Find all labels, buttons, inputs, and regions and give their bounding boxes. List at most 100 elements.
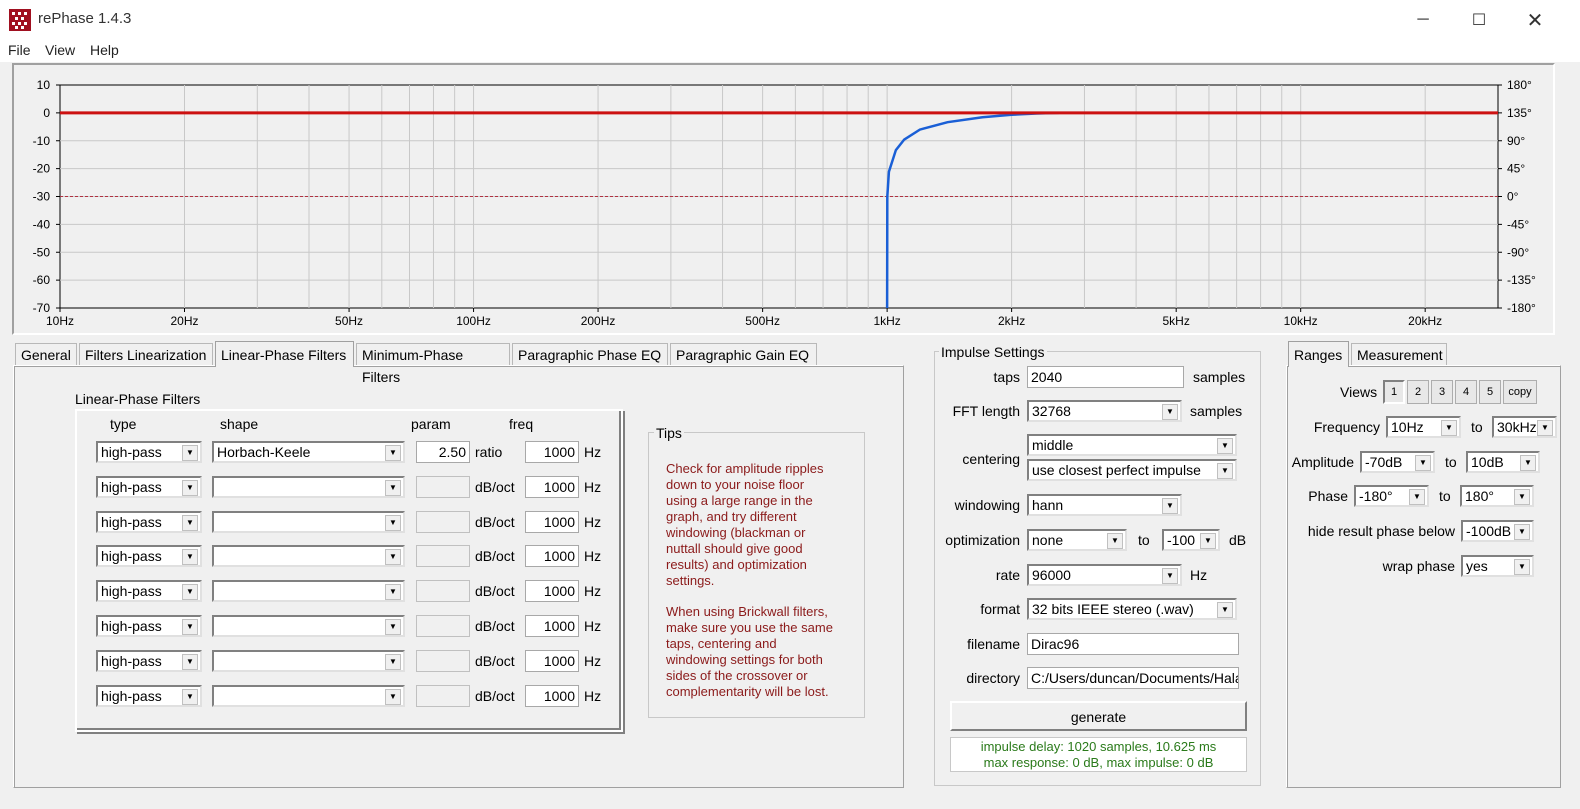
impulse-settings-title: Impulse Settings: [939, 344, 1047, 360]
filter-freq-input[interactable]: 1000: [525, 475, 579, 498]
dropdown-arrow-icon: ▼: [385, 653, 401, 670]
taps-label: taps: [993, 369, 1020, 385]
views-label: Views: [1340, 384, 1378, 400]
impulse-delay-text: impulse delay: 1020 samples, 10.625 ms: [980, 739, 1217, 754]
filter-freq-input[interactable]: 1000: [525, 615, 579, 637]
amplitude-to-label: to: [1445, 454, 1457, 470]
dropdown-arrow-icon: ▼: [182, 514, 198, 531]
tips-line: nuttall should give good: [666, 541, 803, 556]
filter-freq-input[interactable]: 1000: [525, 545, 579, 568]
filter-type-select[interactable]: high-pass ▼: [96, 475, 202, 498]
optimization-db-select[interactable]: -100 ▼: [1162, 529, 1220, 551]
directory-input[interactable]: C:/Users/duncan/Documents/Hala: [1027, 667, 1239, 689]
windowing-select[interactable]: hann ▼: [1027, 494, 1182, 516]
filter-shape-select[interactable]: ▼: [212, 545, 405, 568]
menu-help[interactable]: Help: [90, 42, 119, 58]
filter-param-input[interactable]: [416, 615, 470, 637]
tab-paragraphic-phase-eq[interactable]: Paragraphic Phase EQ: [512, 343, 668, 365]
filter-type-value: high-pass: [101, 478, 162, 495]
tab-minimum-phase-filters[interactable]: Minimum-Phase Filters: [356, 343, 510, 385]
view-button-2[interactable]: 2: [1407, 380, 1429, 404]
phase-from-value: -180°: [1359, 488, 1393, 504]
wrap-phase-select[interactable]: yes ▼: [1461, 555, 1534, 577]
dropdown-arrow-icon: ▼: [1217, 438, 1233, 454]
y-left-tick-label: -40: [33, 217, 51, 231]
filter-param-input[interactable]: [416, 580, 470, 603]
hide-phase-select[interactable]: -100dB ▼: [1461, 520, 1534, 542]
fft-length-select[interactable]: 32768 ▼: [1027, 400, 1182, 422]
optimization-db-value: -100: [1167, 532, 1196, 548]
amplitude-to-value: 10dB: [1471, 454, 1504, 470]
centering-select[interactable]: middle ▼: [1027, 434, 1237, 456]
tab-filters-linearization[interactable]: Filters Linearization: [79, 343, 213, 365]
filter-param-input[interactable]: [416, 649, 470, 672]
rate-label: rate: [995, 567, 1020, 583]
tab-paragraphic-gain-eq[interactable]: Paragraphic Gain EQ: [670, 343, 817, 365]
tab-measurement[interactable]: Measurement: [1351, 343, 1447, 365]
taps-input[interactable]: 2040: [1027, 366, 1184, 388]
filter-freq-input[interactable]: 1000: [525, 580, 579, 603]
view-copy-button[interactable]: copy: [1503, 380, 1537, 404]
filter-shape-select[interactable]: ▼: [212, 615, 405, 637]
filter-type-select[interactable]: high-pass ▼: [96, 684, 202, 707]
maximize-icon[interactable]: ☐: [1456, 0, 1502, 40]
optimization-to-label: to: [1138, 532, 1150, 548]
filter-param-input[interactable]: [416, 545, 470, 568]
centering-mode-value: use closest perfect impulse: [1032, 462, 1201, 478]
filter-freq-input[interactable]: 1000: [525, 441, 579, 463]
filter-shape-select[interactable]: ▼: [212, 475, 405, 498]
generate-button[interactable]: generate: [950, 701, 1247, 731]
amplitude-to-select[interactable]: 10dB ▼: [1466, 451, 1540, 473]
filter-param-input[interactable]: [416, 475, 470, 498]
tab-general[interactable]: General: [15, 343, 77, 365]
x-tick-label: 20Hz: [170, 314, 198, 328]
filter-shape-select[interactable]: ▼: [212, 649, 405, 672]
minimize-icon[interactable]: ─: [1400, 0, 1446, 40]
close-icon[interactable]: ✕: [1512, 0, 1558, 40]
view-button-4[interactable]: 4: [1455, 380, 1477, 404]
filter-param-input[interactable]: [416, 510, 470, 533]
filter-type-select[interactable]: high-pass ▼: [96, 580, 202, 603]
fft-length-unit: samples: [1190, 403, 1243, 419]
window-title: rePhase 1.4.3: [38, 10, 132, 27]
filter-param-input[interactable]: [416, 684, 470, 707]
filter-shape-select[interactable]: ▼: [212, 684, 405, 707]
amplitude-label: Amplitude: [1291, 454, 1354, 470]
tab-ranges[interactable]: Ranges: [1288, 341, 1349, 367]
filter-param-unit: dB/oct: [475, 687, 515, 704]
centering-mode-select[interactable]: use closest perfect impulse ▼: [1027, 459, 1237, 481]
amplitude-from-select[interactable]: -70dB ▼: [1360, 451, 1435, 473]
view-button-1[interactable]: 1: [1383, 380, 1405, 404]
filter-freq-input[interactable]: 1000: [525, 510, 579, 533]
filter-param-input[interactable]: 2.50: [416, 441, 470, 463]
phase-to-value: 180°: [1465, 488, 1494, 504]
rate-select[interactable]: 96000 ▼: [1027, 564, 1182, 586]
filter-freq-input[interactable]: 1000: [525, 649, 579, 672]
optimization-select[interactable]: none ▼: [1027, 529, 1127, 551]
phase-to-select[interactable]: 180° ▼: [1460, 485, 1534, 507]
frequency-to-select[interactable]: 30kHz ▼: [1492, 416, 1557, 438]
filter-freq-input[interactable]: 1000: [525, 684, 579, 707]
frequency-from-select[interactable]: 10Hz ▼: [1386, 416, 1461, 438]
filter-shape-select[interactable]: Horbach-Keele ▼: [212, 441, 405, 463]
response-graph[interactable]: 10 0 -10 -20 -30 -40 -50 -60 -70 180° 135° 90° 45° 0°…: [14, 65, 1553, 333]
dropdown-arrow-icon: ▼: [385, 549, 401, 566]
filename-input[interactable]: Dirac96: [1027, 633, 1239, 655]
filter-type-select[interactable]: high-pass ▼: [96, 441, 202, 463]
view-button-3[interactable]: 3: [1431, 380, 1453, 404]
menu-view[interactable]: View: [45, 42, 75, 58]
filter-type-select[interactable]: high-pass ▼: [96, 615, 202, 637]
tab-linear-phase-filters[interactable]: Linear-Phase Filters: [215, 341, 354, 367]
filter-type-select[interactable]: high-pass ▼: [96, 510, 202, 533]
phase-from-select[interactable]: -180° ▼: [1354, 485, 1429, 507]
filter-shape-select[interactable]: ▼: [212, 580, 405, 603]
dropdown-arrow-icon: ▼: [1415, 455, 1431, 471]
filter-type-select[interactable]: high-pass ▼: [96, 545, 202, 568]
x-tick-label: 100Hz: [456, 314, 491, 328]
filter-shape-select[interactable]: ▼: [212, 510, 405, 533]
filter-freq-unit: Hz: [584, 652, 602, 669]
menu-file[interactable]: File: [8, 42, 31, 58]
filter-type-select[interactable]: high-pass ▼: [96, 649, 202, 672]
view-button-5[interactable]: 5: [1479, 380, 1501, 404]
format-select[interactable]: 32 bits IEEE stereo (.wav) ▼: [1027, 598, 1237, 620]
